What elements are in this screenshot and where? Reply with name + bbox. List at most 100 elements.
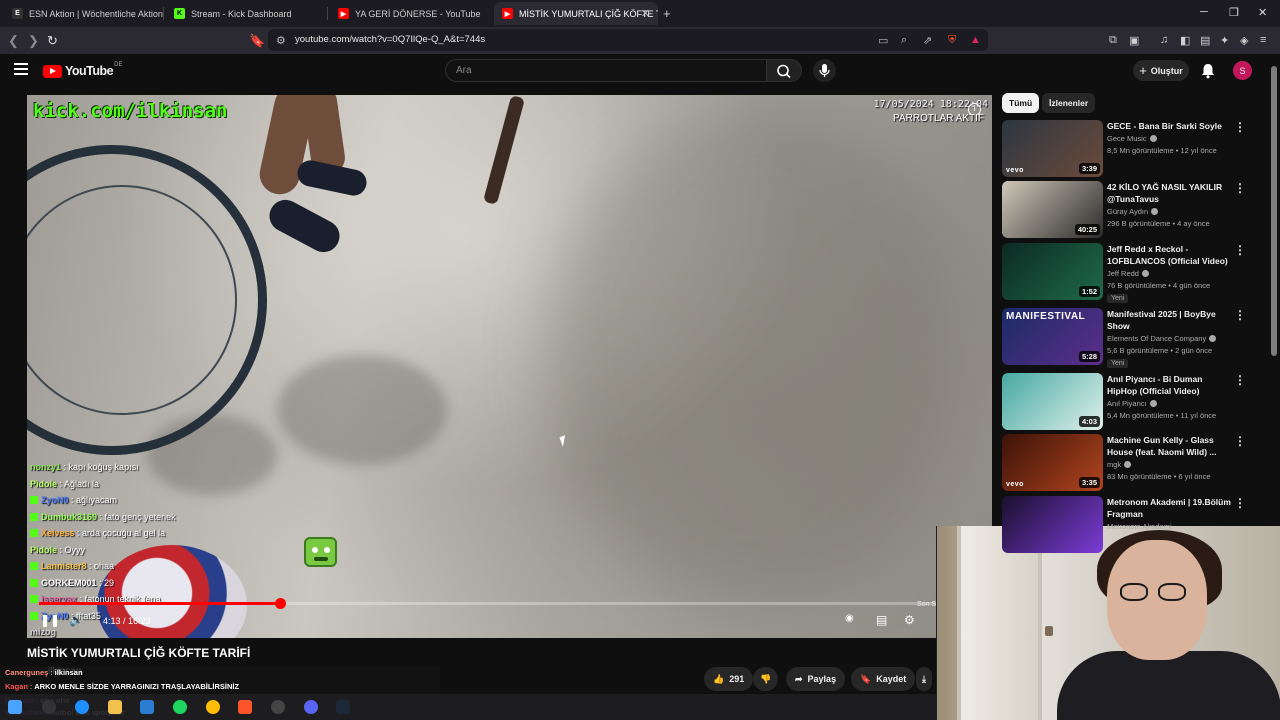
dislike-button[interactable]: 👎 — [753, 667, 779, 691]
scrubber-handle[interactable] — [275, 598, 286, 609]
related-video-item[interactable]: 40:25 42 KİLO YAĞ NASIL YAKILIR @TunaTavu… — [1002, 181, 1257, 239]
minimize-window-icon[interactable]: ─ — [1200, 6, 1208, 18]
url-field[interactable]: ⚙ youtube.com/watch?v=0Q7IlQe-Q_A&t=744s… — [268, 29, 988, 51]
chip-all[interactable]: Tümü — [1002, 93, 1040, 113]
subtitles-icon[interactable]: ▤ — [876, 613, 887, 627]
extensions-icon[interactable]: ⧉ — [1109, 34, 1117, 47]
browser-tab-youtube-active[interactable]: ▶ MİSTİK YUMURTALI ÇİĞ KÖFTE T ✕ — [494, 2, 658, 25]
file-explorer-icon[interactable] — [108, 700, 122, 714]
brave-icon[interactable] — [238, 700, 252, 714]
more-options-icon[interactable]: ⋮ — [1234, 373, 1246, 387]
share-icon[interactable]: ⇗ — [923, 34, 932, 47]
leo-ai-icon[interactable]: ✦ — [1220, 34, 1229, 47]
progress-bar[interactable] — [39, 598, 979, 609]
related-video-title[interactable]: Anıl Piyancı - Bi Duman HipHop (Official… — [1107, 373, 1231, 397]
related-video-item[interactable]: 1:52 Jeff Redd x Reckol - 1OFBLANCOS (Off… — [1002, 243, 1257, 303]
video-thumbnail[interactable] — [1002, 496, 1103, 553]
reader-view-icon[interactable]: ▭ — [878, 34, 888, 47]
browser-tab-esn[interactable]: E ESN Aktion | Wöchentliche Aktionen — [4, 2, 164, 25]
sidebar-icon[interactable]: ◧ — [1180, 34, 1190, 47]
more-options-icon[interactable]: ⋮ — [1234, 434, 1246, 448]
browser-tab-youtube-1[interactable]: ▶ YA GERİ DÖNERSE - YouTube — [330, 2, 492, 25]
youtube-logo[interactable]: YouTube DE — [43, 62, 122, 78]
related-video-title[interactable]: Metronom Akademi | 19.Bölüm Fragman — [1107, 496, 1231, 520]
autoplay-toggle-icon[interactable]: ◉ — [845, 613, 854, 624]
store-icon[interactable] — [140, 700, 154, 714]
voice-search-button[interactable] — [813, 59, 836, 82]
close-window-icon[interactable]: ✕ — [1258, 6, 1267, 19]
video-thumbnail[interactable]: vevo 3:39 — [1002, 120, 1103, 177]
chip-watched[interactable]: İzlenenler — [1042, 93, 1096, 113]
floor-stain — [277, 355, 447, 465]
related-video-item[interactable]: vevo 3:35 Machine Gun Kelly - Glass House … — [1002, 434, 1257, 492]
related-video-item[interactable]: Metronom Akademi | 19.Bölüm Fragman Metro… — [1002, 496, 1257, 554]
save-button[interactable]: 🔖 Kaydet — [851, 667, 916, 691]
video-thumbnail[interactable]: vevo 3:35 — [1002, 434, 1103, 491]
forward-arrow-icon[interactable]: ❯ — [28, 33, 39, 49]
related-video-item[interactable]: vevo 3:39 GECE - Bana Bir Sarki Soyle Gece … — [1002, 120, 1257, 178]
edge-icon[interactable] — [75, 700, 89, 714]
search-taskbar-icon[interactable] — [42, 700, 56, 714]
new-tab-button[interactable]: + — [663, 6, 671, 21]
wallet-icon-2[interactable]: ▤ — [1200, 34, 1210, 47]
related-video-channel[interactable]: Anıl Piyancı — [1107, 399, 1157, 408]
video-thumbnail[interactable]: 4:03 — [1002, 373, 1103, 430]
reload-icon[interactable]: ↻ — [47, 33, 58, 49]
more-options-icon[interactable]: ⋮ — [1234, 181, 1246, 195]
related-video-channel[interactable]: Metronom Akademi — [1107, 522, 1172, 531]
related-video-title[interactable]: Jeff Redd x Reckol - 1OFBLANCOS (Officia… — [1107, 243, 1231, 267]
search-button[interactable] — [767, 59, 802, 82]
brave-shield-icon[interactable]: ⛨ — [948, 34, 956, 47]
related-video-channel[interactable]: Elements Of Dance Company — [1107, 334, 1217, 343]
related-video-channel[interactable]: Jeff Redd — [1107, 269, 1149, 278]
page-scrollbar[interactable] — [1271, 66, 1277, 356]
video-thumbnail[interactable]: MANIFESTIVAL 5:28 — [1002, 308, 1103, 365]
more-options-icon[interactable]: ⋮ — [1234, 308, 1246, 322]
related-video-title[interactable]: Machine Gun Kelly - Glass House (feat. N… — [1107, 434, 1231, 458]
menu-icon[interactable]: ≡ — [1260, 34, 1266, 46]
account-avatar[interactable]: S — [1233, 61, 1252, 80]
related-video-title[interactable]: 42 KİLO YAĞ NASIL YAKILIR @TunaTavus — [1107, 181, 1231, 205]
bookmark-icon[interactable]: 🔖 — [249, 33, 265, 49]
video-thumbnail[interactable]: 40:25 — [1002, 181, 1103, 238]
related-video-channel[interactable]: mgk — [1107, 460, 1132, 469]
video-thumbnail[interactable]: 1:52 — [1002, 243, 1103, 300]
like-button[interactable]: 👍 291 — [704, 667, 754, 691]
vpn-icon[interactable]: ◈ — [1240, 34, 1248, 47]
create-button[interactable]: + Oluştur — [1133, 60, 1189, 81]
hamburger-menu-icon[interactable] — [14, 63, 28, 75]
related-video-meta: 296 B görüntüleme • 4 ay önce — [1107, 219, 1210, 228]
notifications-bell-icon[interactable] — [1200, 62, 1216, 79]
related-video-title[interactable]: Manifestival 2025 | BoyBye Show — [1107, 308, 1231, 332]
related-video-item[interactable]: MANIFESTIVAL 5:28 Manifestival 2025 | BoyB… — [1002, 308, 1257, 368]
search-input[interactable]: Ara — [445, 59, 767, 82]
wallet-icon[interactable]: ▣ — [1129, 34, 1139, 47]
related-video-channel[interactable]: Gece Music — [1107, 134, 1157, 143]
obs-icon[interactable] — [271, 700, 285, 714]
steam-icon[interactable] — [336, 700, 350, 714]
settings-gear-icon[interactable]: ⚙ — [904, 613, 915, 627]
browser-tab-kick[interactable]: K Stream - Kick Dashboard — [166, 2, 328, 25]
media-icon[interactable]: ♫ — [1160, 34, 1168, 46]
more-options-icon[interactable]: ⋮ — [1234, 496, 1246, 510]
restore-window-icon[interactable]: ❐ — [1229, 6, 1239, 19]
site-info-icon[interactable]: ⚙ — [276, 34, 286, 47]
related-video-item[interactable]: 4:03 Anıl Piyancı - Bi Duman HipHop (Offi… — [1002, 373, 1257, 431]
back-arrow-icon[interactable]: ❮ — [8, 33, 19, 49]
zoom-icon[interactable]: ⌕ — [901, 34, 907, 47]
share-button[interactable]: ➦ Paylaş — [786, 667, 846, 691]
more-options-icon[interactable]: ⋮ — [1234, 120, 1246, 134]
video-player[interactable]: kick.com/ilkinsan 17/05/2024 18:22:04 i … — [27, 95, 992, 638]
chrome-icon[interactable] — [206, 700, 220, 714]
more-options-icon[interactable]: ⋮ — [1234, 243, 1246, 257]
brave-rewards-icon[interactable]: ▲ — [970, 34, 981, 46]
related-video-title[interactable]: GECE - Bana Bir Sarki Soyle — [1107, 120, 1231, 132]
related-video-channel[interactable]: Güray Aydın — [1107, 207, 1159, 216]
close-tab-icon[interactable]: ✕ — [641, 7, 650, 20]
pause-icon[interactable]: ❚❚ — [40, 613, 60, 627]
windows-start-icon[interactable] — [8, 700, 22, 714]
download-button[interactable]: ⤓ — [916, 667, 932, 691]
spotify-icon[interactable] — [173, 700, 187, 714]
volume-icon[interactable]: 🔊 — [69, 613, 84, 627]
discord-icon[interactable] — [304, 700, 318, 714]
